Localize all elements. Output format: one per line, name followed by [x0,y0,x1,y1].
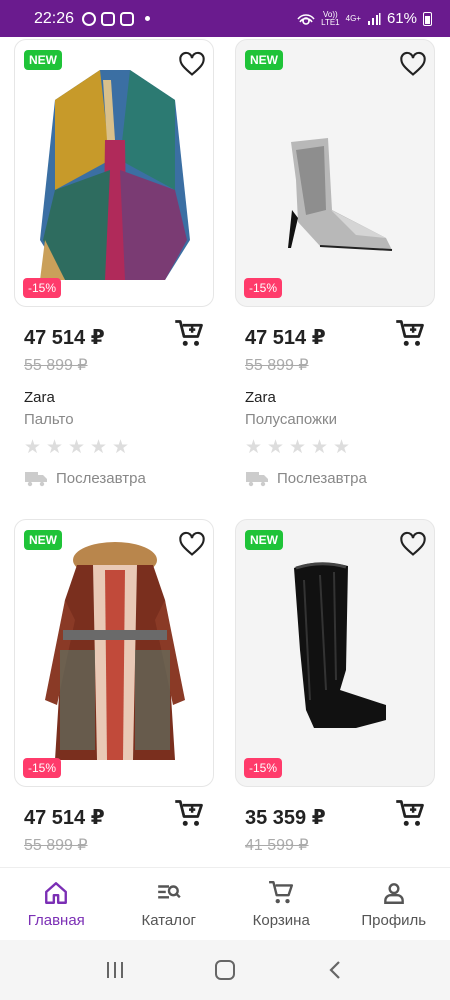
delivery-info: Послезавтра [24,469,146,487]
product-grid: NEW -15% 47 514 ₽ 55 899 ₽ Zara Пальто ★… [0,37,450,867]
nav-profile-label: Профиль [361,911,427,929]
favorite-heart-icon[interactable] [177,50,207,78]
product-image[interactable]: NEW -15% [235,519,435,787]
product-type: Пальто [24,411,74,428]
recent-apps-icon [107,962,123,978]
battery-percent: 61% [386,10,417,27]
star-icon: ★ [68,437,86,458]
product-brand: Zara [24,389,55,406]
product-old-price: 41 599 ₽ [245,837,309,854]
nav-catalog[interactable]: Каталог [113,868,226,940]
product-image[interactable]: NEW -15% [235,39,435,307]
net-type: 4G+ [345,13,361,23]
discount-badge: -15% [23,758,62,778]
star-icon: ★ [333,437,351,458]
back-chevron-icon [329,961,340,979]
delivery-text: Послезавтра [56,469,146,487]
instagram-icon [101,11,116,26]
nav-cart[interactable]: Корзина [225,868,338,940]
favorite-heart-icon[interactable] [398,530,428,558]
star-icon: ★ [46,437,64,458]
whatsapp-icon [82,11,97,26]
signal-icon [367,12,381,25]
poncho-coat-image [40,70,190,280]
product-type: Полусапожки [245,411,337,428]
discount-badge: -15% [244,758,283,778]
profile-icon [383,882,404,904]
new-badge: NEW [245,530,283,550]
star-icon: ★ [289,437,307,458]
new-badge: NEW [24,530,62,550]
volte-bottom: LTE1 [321,17,340,27]
home-square-icon [215,960,235,980]
product-price: 47 514 ₽ [245,327,326,349]
status-right: Vo)) LTE1 4G+ 61% [297,10,432,27]
star-icon: ★ [245,437,263,458]
star-icon: ★ [24,437,42,458]
favorite-heart-icon[interactable] [177,530,207,558]
nav-cart-label: Корзина [252,911,310,929]
favorite-heart-icon[interactable] [398,50,428,78]
rating-stars: ★ ★ ★ ★ ★ [24,437,130,458]
delivery-text: Послезавтра [277,469,367,487]
catalog-search-icon [157,884,181,899]
product-price: 35 359 ₽ [245,807,326,829]
status-bar: 22:26 Vo)) LTE1 4G+ 61% [0,0,450,37]
fur-knee-boot-image [294,562,386,728]
product-image[interactable]: NEW -15% [14,519,214,787]
status-time: 22:26 [34,9,75,27]
fur-trim-coat-image [45,542,185,760]
more-notifications-icon [145,16,151,21]
product-old-price: 55 899 ₽ [245,357,309,374]
product-price: 47 514 ₽ [24,807,105,829]
nav-home-label: Главная [27,911,85,929]
discount-badge: -15% [244,278,283,298]
new-badge: NEW [245,50,283,70]
star-icon: ★ [267,437,285,458]
hotspot-icon [297,13,315,25]
notification-icons [82,11,151,26]
product-old-price: 55 899 ₽ [24,357,88,374]
recent-apps-button[interactable] [100,955,130,985]
add-to-cart-icon[interactable] [395,799,425,829]
star-icon: ★ [112,437,130,458]
star-icon: ★ [90,437,108,458]
rating-stars: ★ ★ ★ ★ ★ [245,437,351,458]
star-icon: ★ [311,437,329,458]
delivery-truck-icon [246,472,268,487]
sequin-ankle-boot-image [288,138,393,251]
product-old-price: 55 899 ₽ [24,837,88,854]
nav-profile[interactable]: Профиль [338,868,450,940]
add-to-cart-icon[interactable] [174,319,204,349]
add-to-cart-icon[interactable] [174,799,204,829]
product-brand: Zara [245,389,276,406]
nav-home[interactable]: Главная [0,868,113,940]
back-button[interactable] [320,955,350,985]
delivery-truck-icon [25,472,47,487]
new-badge: NEW [24,50,62,70]
product-price: 47 514 ₽ [24,327,105,349]
nav-catalog-label: Каталог [141,911,197,929]
battery-icon [423,11,432,26]
bottom-navigation: Главная Каталог Корзина Профиль [0,867,450,940]
volte-indicator: Vo)) LTE1 [321,10,340,27]
add-to-cart-icon[interactable] [395,319,425,349]
delivery-info: Послезавтра [245,469,367,487]
home-icon [45,881,68,904]
product-image[interactable]: NEW -15% [14,39,214,307]
home-button[interactable] [210,955,240,985]
system-navigation-bar [0,940,450,1000]
instagram-icon [120,11,135,26]
cart-icon [269,880,294,903]
discount-badge: -15% [23,278,62,298]
